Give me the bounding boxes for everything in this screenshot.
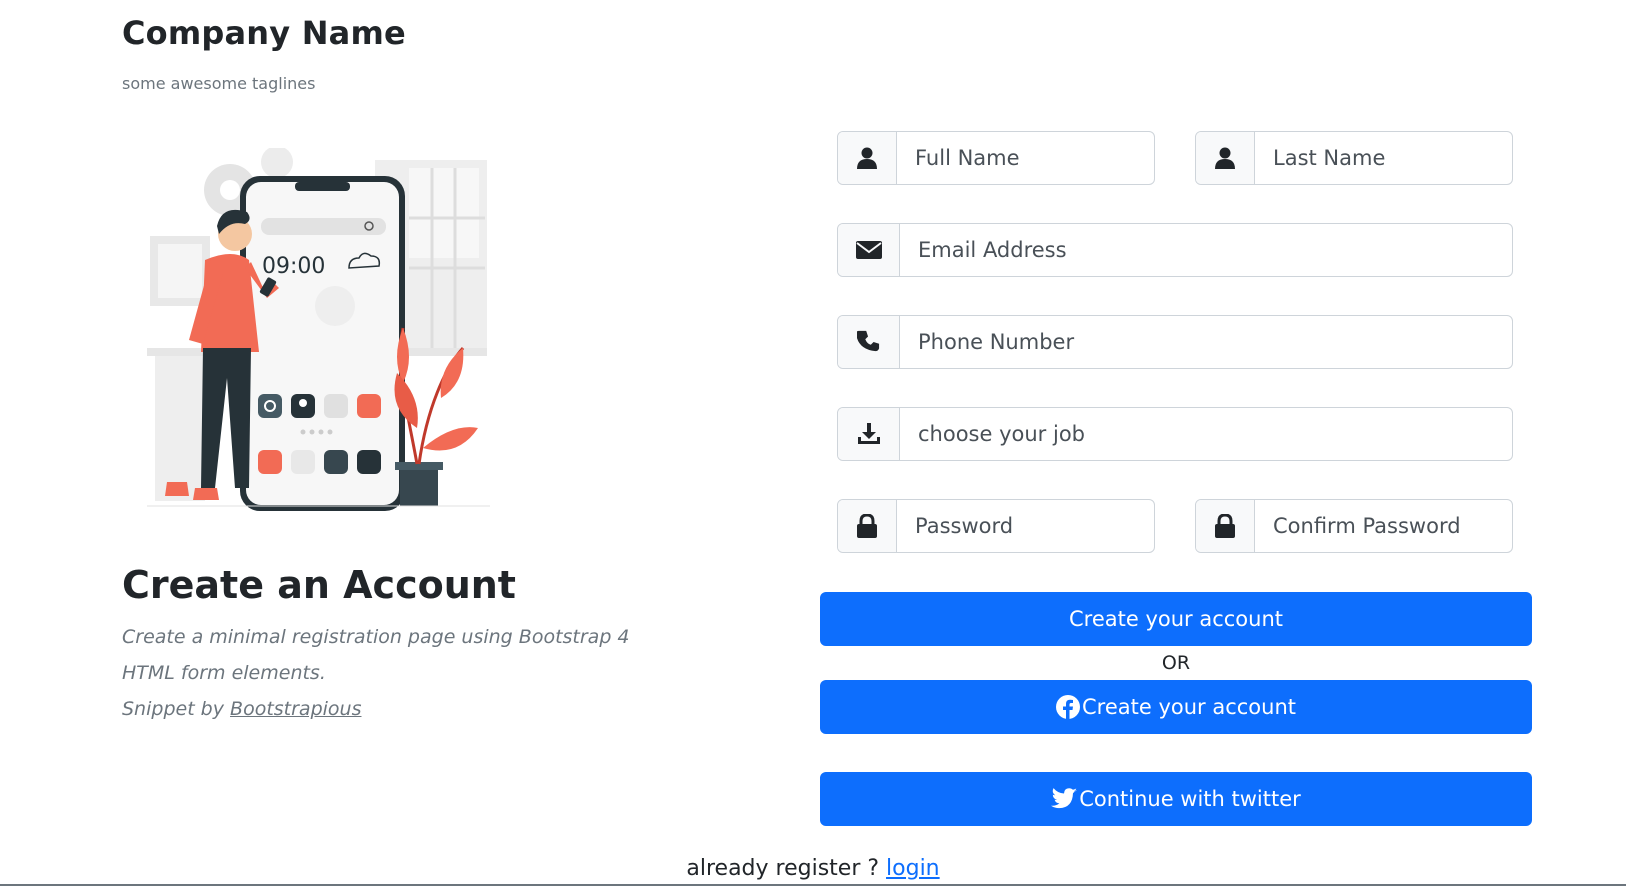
intro-line-2: HTML form elements. [122, 662, 326, 684]
confirm-password-input[interactable] [1255, 500, 1512, 552]
download-icon [838, 408, 900, 460]
envelope-icon [838, 224, 900, 276]
confirm-password-field [1195, 499, 1513, 553]
phone-icon [838, 316, 900, 368]
intro-line-1: Create a minimal registration page using… [122, 626, 630, 648]
or-divider: OR [1161, 652, 1191, 674]
phone-field [837, 315, 1513, 369]
last-name-input[interactable] [1255, 132, 1512, 184]
password-field [837, 499, 1155, 553]
company-tagline: some awesome taglines [122, 74, 316, 93]
login-prompt: already register ? login [0, 856, 1626, 881]
phone-input[interactable] [900, 316, 1512, 368]
create-account-label: Create your account [1068, 607, 1283, 631]
facebook-create-account-button[interactable]: Create your account [820, 680, 1532, 734]
bootstrapious-link[interactable]: Bootstrapious [230, 698, 361, 720]
twitter-button-label: Continue with twitter [1079, 787, 1301, 811]
facebook-button-label: Create your account [1081, 695, 1296, 719]
company-name: Company Name [122, 14, 406, 52]
login-prompt-text: already register ? [686, 856, 887, 881]
email-input[interactable] [900, 224, 1512, 276]
phone-illustration: 09:00 [145, 146, 505, 526]
snippet-prefix: Snippet by [122, 698, 231, 720]
facebook-icon [1055, 695, 1080, 719]
user-icon [838, 132, 897, 184]
lock-icon [1196, 500, 1255, 552]
login-link[interactable]: login [886, 856, 940, 881]
clock-text: 09:00 [262, 254, 325, 279]
first-name-input[interactable] [897, 132, 1154, 184]
intro-description: Create a minimal registration page using… [122, 619, 642, 727]
job-input[interactable] [900, 408, 1512, 460]
first-name-field [837, 131, 1155, 185]
last-name-field [1195, 131, 1513, 185]
brand-header: Company Name some awesome taglines [122, 14, 406, 93]
intro-section: Create an Account Create a minimal regis… [122, 563, 642, 727]
user-icon [1196, 132, 1255, 184]
page-title: Create an Account [122, 563, 516, 607]
job-field [837, 407, 1513, 461]
twitter-icon [1051, 788, 1078, 810]
create-account-button[interactable]: Create your account [820, 592, 1532, 646]
password-input[interactable] [897, 500, 1154, 552]
twitter-continue-button[interactable]: Continue with twitter [820, 772, 1532, 826]
email-field [837, 223, 1513, 277]
lock-icon [838, 500, 897, 552]
